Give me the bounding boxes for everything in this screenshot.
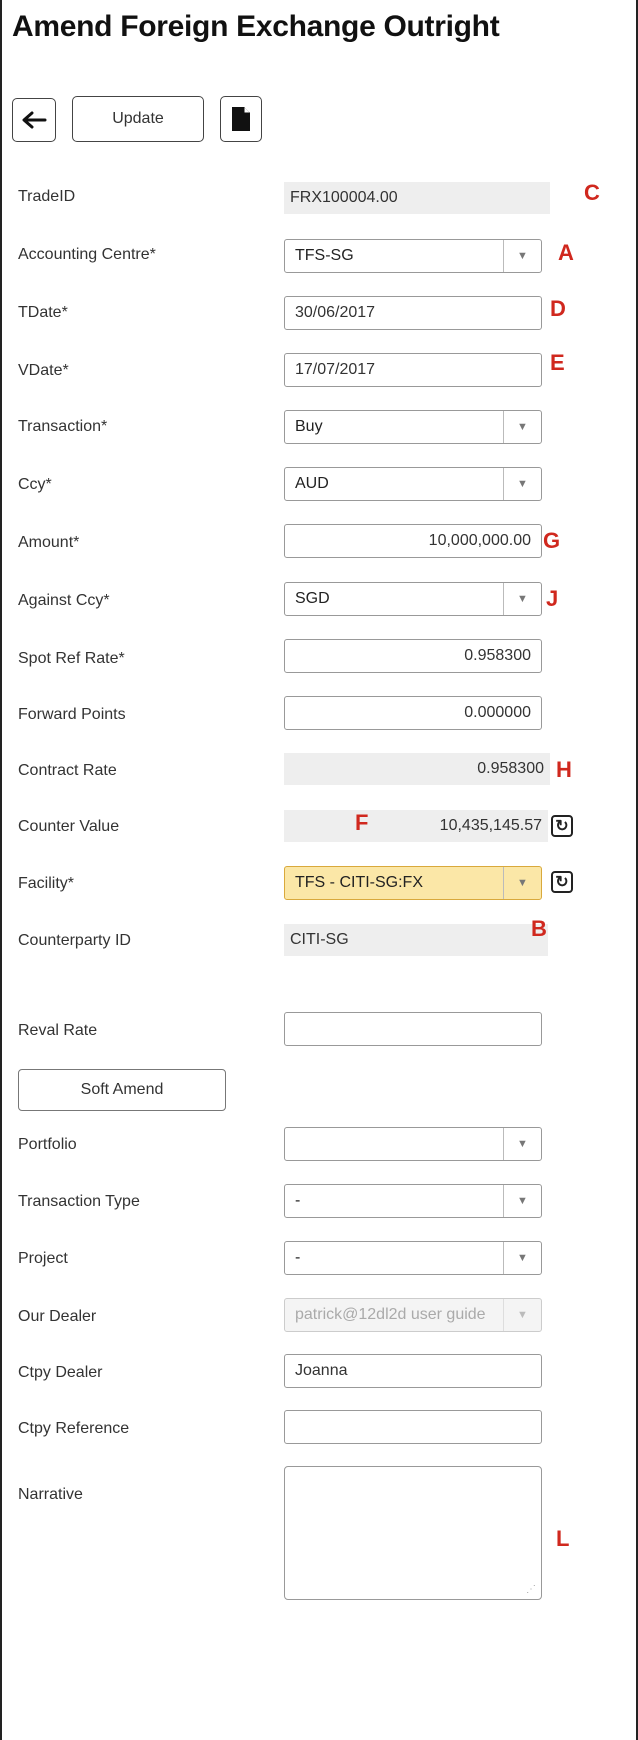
- against-ccy-select[interactable]: SGD ▼: [284, 582, 542, 616]
- chevron-down-icon: ▼: [503, 240, 541, 272]
- contract-rate-value: 0.958300: [284, 753, 550, 785]
- marker-f: F: [355, 810, 369, 835]
- tdate-input[interactable]: 30/06/2017: [284, 296, 542, 330]
- accounting-centre-value: TFS-SG: [295, 247, 354, 264]
- counter-value-label: Counter Value: [18, 818, 120, 835]
- refresh-icon: ↻: [555, 874, 569, 891]
- marker-d: D: [550, 296, 566, 321]
- ctpy-dealer-input[interactable]: Joanna: [284, 1354, 542, 1388]
- marker-l: L: [556, 1526, 570, 1551]
- refresh-counter-value-button[interactable]: ↻: [551, 815, 573, 837]
- forward-points-input[interactable]: 0.000000: [284, 696, 542, 730]
- reval-rate-input[interactable]: [284, 1012, 542, 1046]
- back-button[interactable]: [12, 98, 56, 142]
- refresh-icon: ↻: [555, 818, 569, 835]
- facility-value: TFS - CITI-SG:FX: [295, 874, 423, 891]
- reval-rate-label: Reval Rate: [18, 1022, 98, 1039]
- chevron-down-icon: ▼: [503, 1128, 541, 1160]
- marker-j: J: [546, 586, 559, 611]
- transaction-select[interactable]: Buy ▼: [284, 410, 542, 444]
- chevron-down-icon: ▼: [503, 867, 541, 899]
- forward-points-label: Forward Points: [18, 706, 126, 723]
- chevron-down-icon: ▼: [503, 583, 541, 615]
- counterparty-id-label: Counterparty ID: [18, 932, 131, 949]
- page-title: Amend Foreign Exchange Outright: [12, 10, 500, 43]
- transaction-label: Transaction*: [18, 418, 108, 435]
- chevron-down-icon: ▼: [503, 411, 541, 443]
- project-select[interactable]: - ▼: [284, 1241, 542, 1275]
- chevron-down-icon: ▼: [503, 1242, 541, 1274]
- chevron-down-icon: ▼: [503, 468, 541, 500]
- our-dealer-select: patrick@12dl2d user guide ▼: [284, 1298, 542, 1332]
- transaction-value: Buy: [295, 418, 323, 435]
- our-dealer-value: patrick@12dl2d user guide: [295, 1306, 486, 1323]
- facility-select[interactable]: TFS - CITI-SG:FX ▼: [284, 866, 542, 900]
- counterparty-id-value: CITI-SG: [284, 924, 548, 956]
- facility-label: Facility*: [18, 875, 75, 892]
- marker-g: G: [543, 528, 561, 553]
- resize-handle-icon[interactable]: ⋰: [526, 1584, 536, 1595]
- amount-input[interactable]: 10,000,000.00: [284, 524, 542, 558]
- ccy-label: Ccy*: [18, 476, 52, 493]
- ctpy-reference-label: Ctpy Reference: [18, 1420, 130, 1437]
- project-label: Project: [18, 1250, 68, 1267]
- marker-a: A: [558, 240, 574, 265]
- ctpy-reference-input[interactable]: [284, 1410, 542, 1444]
- document-button[interactable]: [220, 96, 262, 142]
- arrow-left-icon: [22, 111, 47, 129]
- tdate-label: TDate*: [18, 304, 68, 321]
- narrative-label: Narrative: [18, 1486, 83, 1503]
- contract-rate-label: Contract Rate: [18, 762, 117, 779]
- marker-e: E: [550, 350, 565, 375]
- amount-label: Amount*: [18, 534, 80, 551]
- narrative-textarea[interactable]: ⋰: [284, 1466, 542, 1600]
- our-dealer-label: Our Dealer: [18, 1308, 97, 1325]
- transaction-type-value: -: [295, 1192, 301, 1209]
- transaction-type-select[interactable]: - ▼: [284, 1184, 542, 1218]
- against-ccy-value: SGD: [295, 590, 330, 607]
- marker-b: B: [531, 916, 547, 941]
- chevron-down-icon: ▼: [503, 1299, 541, 1331]
- portfolio-select[interactable]: ▼: [284, 1127, 542, 1161]
- trade-id-value: FRX100004.00: [284, 182, 550, 214]
- ccy-select[interactable]: AUD ▼: [284, 467, 542, 501]
- spot-ref-rate-input[interactable]: 0.958300: [284, 639, 542, 673]
- ccy-value: AUD: [295, 475, 329, 492]
- marker-c: C: [584, 180, 600, 205]
- accounting-centre-label: Accounting Centre*: [18, 246, 156, 263]
- project-value: -: [295, 1249, 301, 1266]
- vdate-label: VDate*: [18, 362, 69, 379]
- vdate-input[interactable]: 17/07/2017: [284, 353, 542, 387]
- chevron-down-icon: ▼: [503, 1185, 541, 1217]
- against-ccy-label: Against Ccy*: [18, 592, 110, 609]
- ctpy-dealer-label: Ctpy Dealer: [18, 1364, 103, 1381]
- transaction-type-label: Transaction Type: [18, 1193, 140, 1210]
- counter-value-value: 10,435,145.57: [284, 810, 548, 842]
- refresh-facility-button[interactable]: ↻: [551, 871, 573, 893]
- accounting-centre-select[interactable]: TFS-SG ▼: [284, 239, 542, 273]
- soft-amend-button[interactable]: Soft Amend: [18, 1069, 226, 1111]
- trade-id-label: TradeID: [18, 188, 76, 205]
- document-icon: [232, 107, 250, 131]
- portfolio-label: Portfolio: [18, 1136, 77, 1153]
- spot-ref-rate-label: Spot Ref Rate*: [18, 650, 125, 667]
- marker-h: H: [556, 757, 572, 782]
- update-button[interactable]: Update: [72, 96, 204, 142]
